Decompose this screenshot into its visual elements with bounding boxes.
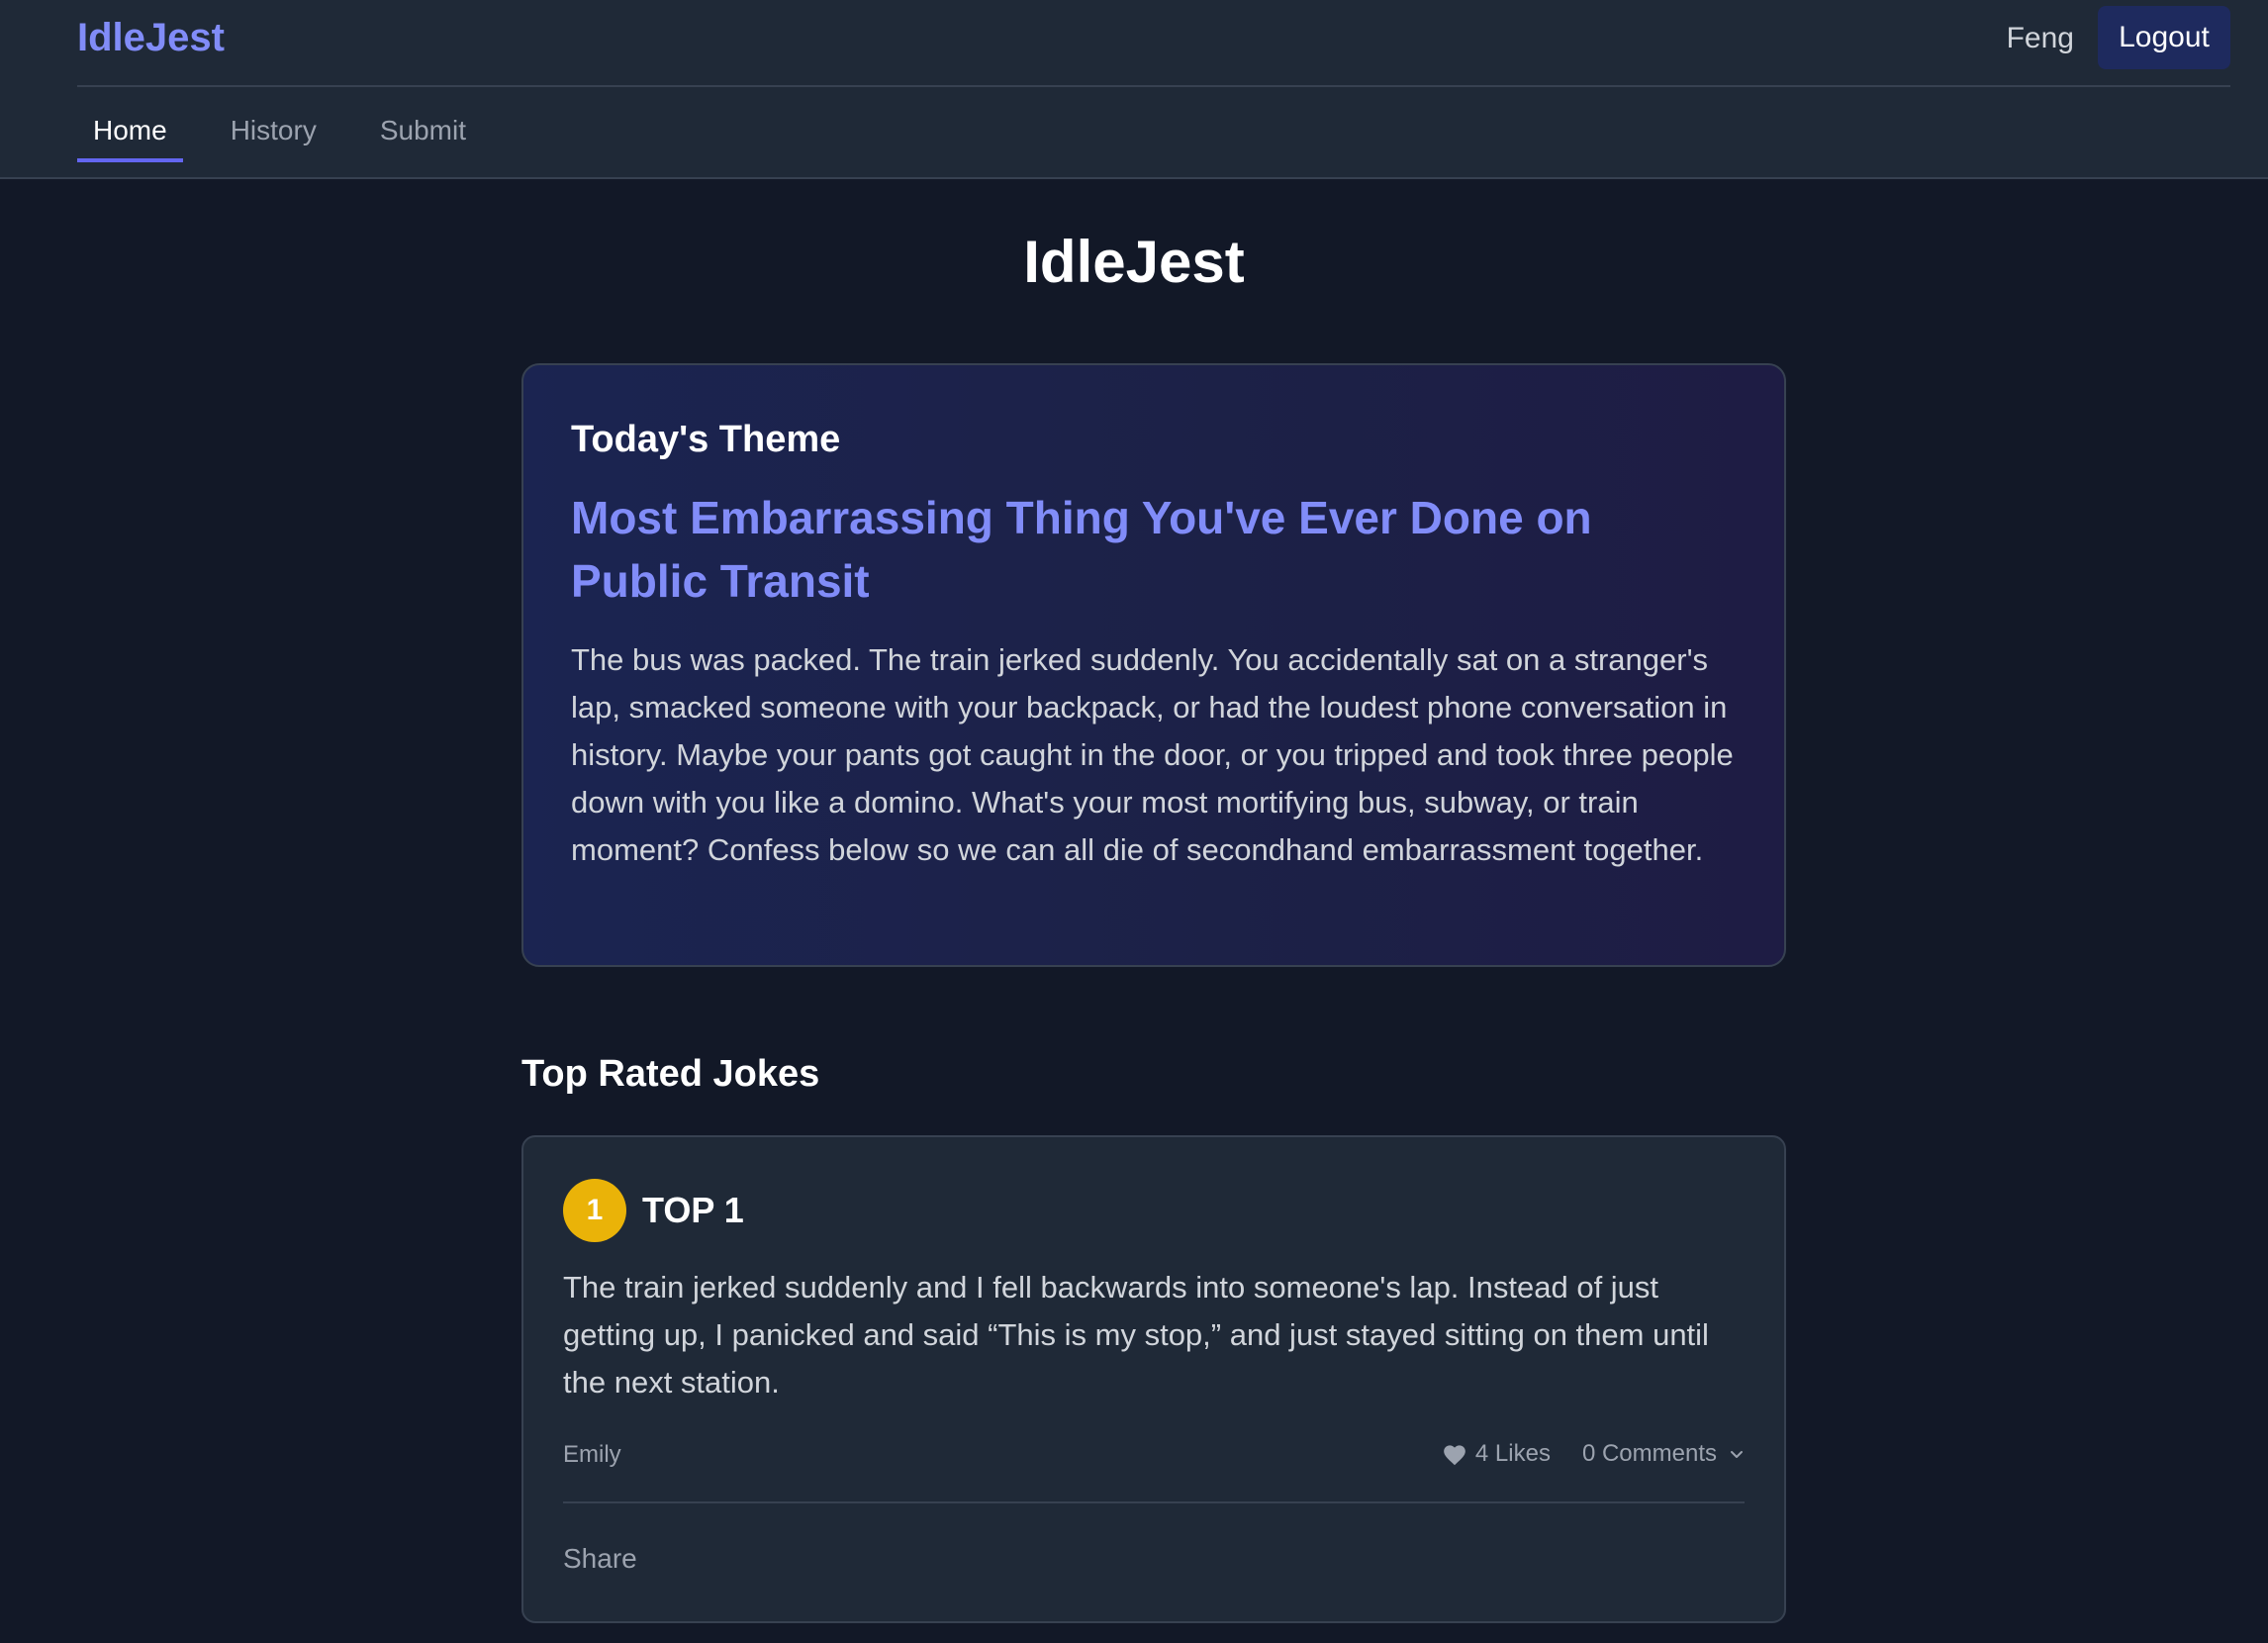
tab-history[interactable]: History <box>215 111 332 162</box>
like-button[interactable]: 4 Likes <box>1442 1438 1551 1470</box>
rank-label: TOP 1 <box>642 1190 744 1230</box>
main-tabs: Home History Submit <box>77 111 514 162</box>
page-title: IdleJest <box>1023 229 1245 295</box>
theme-label: Today's Theme <box>571 419 841 460</box>
tab-submit[interactable]: Submit <box>364 111 482 162</box>
header-divider <box>77 85 2230 87</box>
joke-meta: 4 Likes 0 Comments <box>1442 1438 1745 1470</box>
likes-count: 4 Likes <box>1474 1440 1551 1467</box>
user-name: Feng <box>2006 22 2074 54</box>
top-navbar: IdleJest Feng Logout Home History Submit <box>0 0 2268 179</box>
joke-card: 1 TOP 1 The train jerked suddenly and I … <box>521 1135 1786 1623</box>
comments-count: 0 Comments <box>1581 1440 1717 1467</box>
rank-badge: 1 <box>563 1179 626 1242</box>
comments-toggle[interactable]: 0 Comments <box>1582 1438 1745 1470</box>
theme-title: Most Embarrassing Thing You've Ever Done… <box>571 492 1592 607</box>
heart-icon <box>1444 1445 1465 1466</box>
brand-logo[interactable]: IdleJest <box>77 14 225 61</box>
logout-button[interactable]: Logout <box>2098 6 2230 69</box>
top-rated-title: Top Rated Jokes <box>521 1053 820 1095</box>
tab-home[interactable]: Home <box>77 111 183 162</box>
chevron-down-icon <box>1731 1451 1743 1458</box>
joke-author[interactable]: Emily <box>563 1440 621 1470</box>
card-divider <box>563 1501 1745 1503</box>
share-button[interactable]: Share <box>563 1541 637 1577</box>
theme-description: The bus was packed. The train jerked sud… <box>571 642 1734 867</box>
theme-card: Today's Theme Most Embarrassing Thing Yo… <box>521 363 1786 967</box>
joke-text: The train jerked suddenly and I fell bac… <box>563 1270 1709 1400</box>
